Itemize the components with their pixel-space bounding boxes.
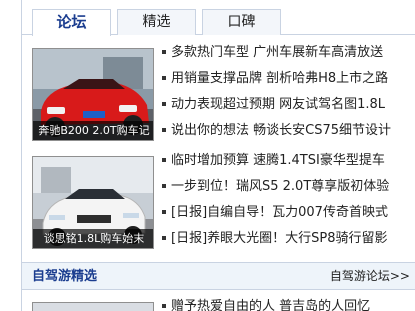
article-link[interactable]: 说出你的想法 畅谈长安CS75细节设计 [171, 123, 391, 138]
bullet-icon [162, 49, 166, 54]
feature-thumbnail[interactable] [32, 302, 154, 311]
bullet-icon [162, 235, 166, 240]
feature-thumbnail[interactable]: 奔驰B200 2.0T购车记 [32, 48, 154, 141]
bullet-icon [162, 101, 166, 106]
article-link[interactable]: 临时增加预算 速腾1.4TSI豪华型提车 [171, 153, 385, 168]
feature-block-1: 奔驰B200 2.0T购车记 多款热门车型 广州车展新车高清放送 用销量支撑品牌… [22, 40, 415, 146]
bullet-icon [162, 127, 166, 132]
article-list: 赠予热爱自由的人 普吉岛的人回忆 [160, 294, 415, 311]
tab-reviews[interactable]: 口碑 [202, 9, 281, 35]
list-item[interactable]: [日报]养眼大光圈！大行SP8骑行留影 [160, 226, 415, 252]
section-header: 自驾游精选 自驾游论坛>> [22, 262, 415, 290]
list-item[interactable]: 用销量支撑品牌 剖析哈弗H8上市之路 [160, 66, 415, 92]
bullet-icon [162, 75, 166, 80]
list-item[interactable]: 说出你的想法 畅谈长安CS75细节设计 [160, 118, 415, 144]
list-item[interactable]: 赠予热爱自由的人 普吉岛的人回忆 [160, 294, 415, 311]
bullet-icon [162, 183, 166, 188]
list-item[interactable]: 一步到位！瑞风S5 2.0T尊享版初体验 [160, 174, 415, 200]
list-item[interactable]: 动力表现超过预期 网友试驾名图1.8L [160, 92, 415, 118]
article-list: 临时增加预算 速腾1.4TSI豪华型提车 一步到位！瑞风S5 2.0T尊享版初体… [160, 148, 415, 252]
list-item[interactable]: [日报]自编自导！瓦力007传奇首映式 [160, 200, 415, 226]
more-link[interactable]: 自驾游论坛>> [330, 263, 410, 290]
article-list: 多款热门车型 广州车展新车高清放送 用销量支撑品牌 剖析哈弗H8上市之路 动力表… [160, 40, 415, 144]
article-link[interactable]: 用销量支撑品牌 剖析哈弗H8上市之路 [171, 71, 388, 86]
feature-block-2: 谈思铭1.8L购车始末 临时增加预算 速腾1.4TSI豪华型提车 一步到位！瑞风… [22, 148, 415, 254]
tab-featured[interactable]: 精选 [117, 9, 196, 35]
list-item[interactable]: 临时增加预算 速腾1.4TSI豪华型提车 [160, 148, 415, 174]
bullet-icon [162, 157, 166, 162]
thumbnail-caption: 奔驰B200 2.0T购车记 [33, 121, 153, 140]
list-item[interactable]: 多款热门车型 广州车展新车高清放送 [160, 40, 415, 66]
article-link[interactable]: 一步到位！瑞风S5 2.0T尊享版初体验 [171, 179, 389, 194]
article-link[interactable]: 多款热门车型 广州车展新车高清放送 [171, 45, 383, 60]
article-link[interactable]: 动力表现超过预期 网友试驾名图1.8L [171, 97, 385, 112]
bullet-icon [162, 303, 166, 308]
bullet-icon [162, 209, 166, 214]
section-title: 自驾游精选 [32, 269, 98, 284]
article-link[interactable]: [日报]养眼大光圈！大行SP8骑行留影 [171, 231, 388, 246]
article-link[interactable]: 赠予热爱自由的人 普吉岛的人回忆 [171, 299, 370, 311]
feature-block-3: 赠予热爱自由的人 普吉岛的人回忆 [22, 294, 415, 311]
forum-panel: 论坛 精选 口碑 奔驰B200 2.0T购车记 多款热门车型 广州车展新车高清放… [21, 0, 415, 311]
tab-bar: 论坛 精选 口碑 [22, 0, 415, 36]
tab-forum[interactable]: 论坛 [32, 9, 111, 36]
article-link[interactable]: [日报]自编自导！瓦力007传奇首映式 [171, 205, 388, 220]
thumbnail-caption: 谈思铭1.8L购车始末 [33, 229, 153, 248]
feature-thumbnail[interactable]: 谈思铭1.8L购车始末 [32, 156, 154, 249]
